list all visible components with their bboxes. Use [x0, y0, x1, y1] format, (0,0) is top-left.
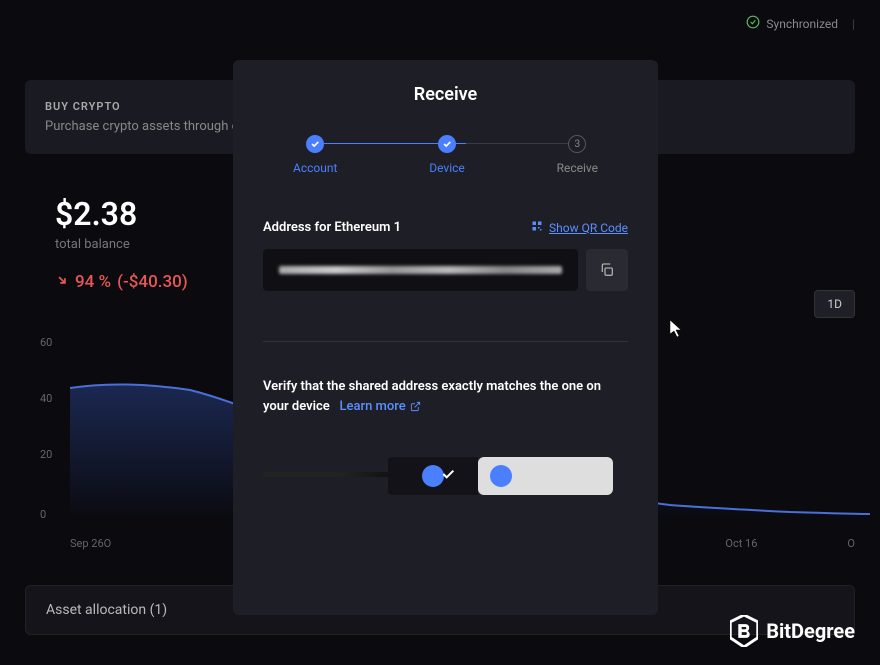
change-percent: 94 %: [75, 272, 111, 292]
device-illustration: [263, 451, 628, 501]
sync-check-icon: [746, 15, 760, 32]
x-tick: Sep 26: [70, 537, 104, 550]
device-button-icon: [490, 465, 512, 487]
step-account[interactable]: Account: [293, 135, 337, 175]
cursor-icon: [670, 320, 684, 342]
qr-icon: [531, 220, 543, 235]
learn-more-text: Learn more: [339, 397, 405, 417]
step-receive: 3 Receive: [557, 135, 598, 175]
external-link-icon: [410, 401, 421, 412]
step-label: Account: [293, 161, 337, 175]
copy-icon: [599, 262, 615, 278]
x-tick: O: [847, 537, 855, 550]
address-redacted: [279, 266, 562, 274]
verify-instruction: Verify that the shared address exactly m…: [263, 377, 628, 416]
address-title: Address for Ethereum 1: [263, 220, 401, 235]
stepper: Account Device 3 Receive: [293, 135, 598, 175]
step-dot-done-icon: [438, 135, 456, 153]
timeframe-selector[interactable]: 1D: [814, 290, 855, 318]
sync-label: Synchronized: [766, 17, 838, 31]
device-left-graphic: [388, 457, 478, 495]
address-field[interactable]: [263, 249, 578, 291]
learn-more-link[interactable]: Learn more: [339, 397, 420, 417]
status-divider: |: [852, 17, 855, 31]
divider: [263, 341, 628, 342]
step-dot-pending: 3: [568, 135, 586, 153]
y-tick: 20: [40, 448, 52, 461]
qr-link-text: Show QR Code: [549, 221, 628, 235]
receive-modal: Receive Account Device 3 Receive Address…: [233, 60, 658, 615]
device-right-graphic: [478, 457, 613, 495]
change-absolute: (-$40.30): [117, 272, 188, 292]
y-tick: 40: [40, 392, 52, 405]
trend-down-icon: [55, 272, 69, 292]
asset-allocation-label: Asset allocation (1): [46, 602, 167, 618]
step-device[interactable]: Device: [429, 135, 465, 175]
step-label: Device: [429, 161, 465, 175]
bitdegree-watermark: BitDegree: [730, 615, 855, 647]
watermark-text: BitDegree: [766, 619, 855, 643]
show-qr-link[interactable]: Show QR Code: [531, 220, 628, 235]
x-tick: Oct 16: [725, 537, 757, 550]
y-tick: 60: [40, 336, 52, 349]
verify-text: Verify that the shared address exactly m…: [263, 379, 601, 414]
step-label: Receive: [557, 161, 598, 175]
portfolio-summary: $2.38 total balance 94 % (-$40.30): [55, 195, 188, 292]
balance-label: total balance: [55, 237, 188, 252]
x-tick: O: [104, 537, 112, 550]
y-tick: 0: [40, 508, 46, 521]
address-header: Address for Ethereum 1 Show QR Code: [263, 220, 628, 235]
cable-graphic: [263, 472, 393, 477]
check-icon: [440, 466, 456, 486]
total-balance: $2.38: [55, 195, 188, 233]
status-bar: Synchronized |: [746, 15, 855, 32]
modal-title: Receive: [263, 84, 628, 105]
step-dot-done-icon: [306, 135, 324, 153]
bitdegree-logo-icon: [730, 615, 758, 647]
balance-change: 94 % (-$40.30): [55, 272, 188, 292]
copy-button[interactable]: [586, 249, 628, 291]
address-box: [263, 249, 628, 291]
